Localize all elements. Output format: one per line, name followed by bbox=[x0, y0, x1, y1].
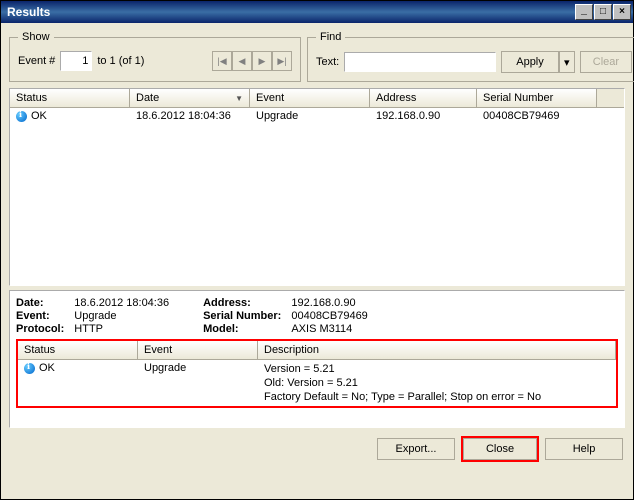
detail-value-protocol: HTTP bbox=[74, 323, 169, 335]
bottom-button-bar: Export... Close Help bbox=[9, 436, 625, 462]
detail-label-model: Model: bbox=[203, 323, 281, 335]
col-header-date[interactable]: Date▼ bbox=[130, 89, 250, 107]
apply-dropdown-button[interactable]: ▾ bbox=[559, 51, 575, 73]
help-button[interactable]: Help bbox=[545, 438, 623, 460]
find-legend: Find bbox=[316, 31, 345, 43]
event-range-label: to 1 (of 1) bbox=[97, 55, 144, 67]
prev-button[interactable]: ◀ bbox=[232, 51, 252, 71]
detail-value-model: AXIS M3114 bbox=[291, 323, 367, 335]
detail-label-serial: Serial Number: bbox=[203, 310, 281, 322]
show-legend: Show bbox=[18, 31, 54, 43]
sort-desc-icon: ▼ bbox=[235, 94, 243, 103]
show-group: Show Event # to 1 (of 1) |◀ ◀ ▶ ▶| bbox=[9, 31, 301, 82]
table-row[interactable]: OK 18.6.2012 18:04:36 Upgrade 192.168.0.… bbox=[10, 108, 624, 124]
titlebar: Results _ □ × bbox=[1, 1, 633, 23]
next-button[interactable]: ▶ bbox=[252, 51, 272, 71]
event-number-label: Event # bbox=[18, 55, 55, 67]
detail-label-date: Date: bbox=[16, 297, 64, 309]
find-text-input[interactable] bbox=[344, 52, 496, 72]
detail-value-address: 192.168.0.90 bbox=[291, 297, 367, 309]
first-button[interactable]: |◀ bbox=[212, 51, 232, 71]
info-icon bbox=[16, 111, 27, 122]
detail-label-address: Address: bbox=[203, 297, 281, 309]
window-title: Results bbox=[7, 5, 50, 19]
detail-value-serial: 00408CB79469 bbox=[291, 310, 367, 322]
cell-event: Upgrade bbox=[250, 108, 370, 124]
maximize-button[interactable]: □ bbox=[594, 4, 612, 20]
col-header-status[interactable]: Status bbox=[10, 89, 130, 107]
close-button[interactable]: Close bbox=[463, 438, 537, 460]
last-button[interactable]: ▶| bbox=[272, 51, 292, 71]
close-window-button[interactable]: × bbox=[613, 4, 631, 20]
dt-header-status[interactable]: Status bbox=[18, 341, 138, 359]
cell-date: 18.6.2012 18:04:36 bbox=[130, 108, 250, 124]
detail-value-event: Upgrade bbox=[74, 310, 169, 322]
col-header-address[interactable]: Address bbox=[370, 89, 477, 107]
cell-serial: 00408CB79469 bbox=[477, 108, 597, 124]
detail-label-event: Event: bbox=[16, 310, 64, 322]
dt-header-event[interactable]: Event bbox=[138, 341, 258, 359]
results-table: Status Date▼ Event Address Serial Number… bbox=[9, 88, 625, 286]
cell-status: OK bbox=[31, 110, 47, 122]
dt-header-description[interactable]: Description bbox=[258, 341, 616, 359]
detail-label-protocol: Protocol: bbox=[16, 323, 64, 335]
details-table-row[interactable]: OK Upgrade Version = 5.21 Old: Version =… bbox=[18, 360, 616, 406]
find-group: Find Text: Apply ▾ Clear bbox=[307, 31, 634, 82]
col-header-event[interactable]: Event bbox=[250, 89, 370, 107]
cell-address: 192.168.0.90 bbox=[370, 108, 477, 124]
info-icon bbox=[24, 363, 35, 374]
details-panel: Date: 18.6.2012 18:04:36 Event: Upgrade … bbox=[9, 290, 625, 428]
clear-button[interactable]: Clear bbox=[580, 51, 632, 73]
export-button[interactable]: Export... bbox=[377, 438, 455, 460]
detail-value-date: 18.6.2012 18:04:36 bbox=[74, 297, 169, 309]
find-text-label: Text: bbox=[316, 56, 339, 68]
col-header-serial[interactable]: Serial Number bbox=[477, 89, 597, 107]
apply-button[interactable]: Apply bbox=[501, 51, 559, 73]
dt-cell-status: OK bbox=[39, 362, 55, 374]
close-highlight: Close bbox=[461, 436, 539, 462]
event-number-input[interactable] bbox=[60, 51, 92, 71]
window-controls: _ □ × bbox=[575, 4, 631, 20]
dt-cell-event: Upgrade bbox=[138, 360, 258, 406]
minimize-button[interactable]: _ bbox=[575, 4, 593, 20]
details-table: Status Event Description OK Upgrade Vers… bbox=[16, 339, 618, 408]
dt-cell-description: Version = 5.21 Old: Version = 5.21 Facto… bbox=[258, 360, 616, 406]
